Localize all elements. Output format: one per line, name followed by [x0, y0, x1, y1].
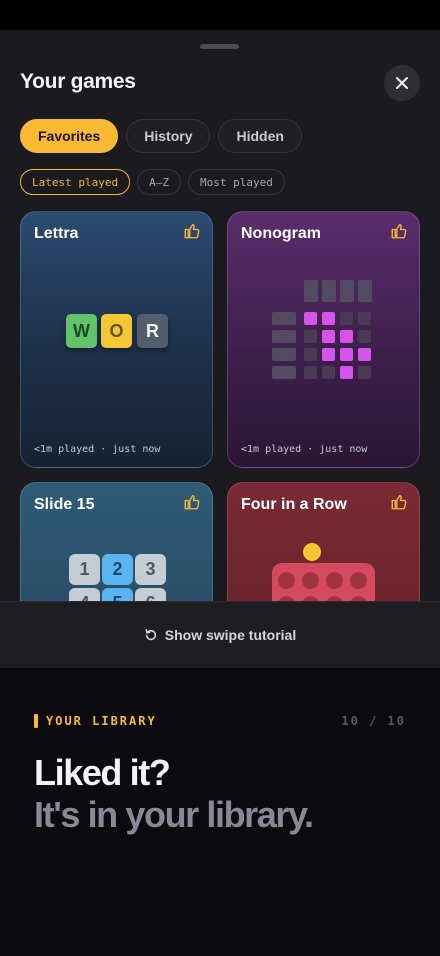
sort-most-played[interactable]: Most played — [187, 169, 285, 195]
onboarding-eyebrow: YOUR LIBRARY — [34, 714, 157, 728]
sort-latest-played[interactable]: Latest played — [20, 169, 131, 195]
thumbs-up-icon[interactable] — [183, 493, 201, 511]
games-sheet: Your games Favorites History Hidden Late… — [0, 30, 440, 668]
game-card-lettra[interactable]: Lettra W O R <1m played · just now — [20, 211, 213, 468]
tab-favorites[interactable]: Favorites — [20, 119, 119, 153]
tab-history[interactable]: History — [126, 119, 211, 153]
game-disc — [303, 543, 321, 561]
number-tile: 3 — [135, 554, 166, 585]
tutorial-label: Show swipe tutorial — [164, 627, 297, 643]
close-button[interactable] — [384, 65, 420, 101]
filter-tabs: Favorites History Hidden — [20, 119, 302, 153]
accent-bar — [34, 714, 38, 728]
replay-icon — [145, 629, 156, 641]
thumbs-up-icon[interactable] — [390, 222, 408, 240]
status-bar — [0, 0, 440, 30]
eyebrow-label: YOUR LIBRARY — [46, 714, 157, 728]
onboarding-headline: Liked it? — [34, 752, 171, 793]
game-card-nonogram[interactable]: Nonogram <1m played · just now — [227, 211, 420, 468]
number-tile: 2 — [102, 554, 133, 585]
letter-tile: R — [137, 314, 168, 348]
game-name: Lettra — [34, 225, 79, 242]
thumbs-up-icon[interactable] — [390, 493, 408, 511]
swipe-tutorial-button[interactable]: Show swipe tutorial — [0, 601, 440, 668]
game-name: Slide 15 — [34, 496, 95, 513]
game-name: Four in a Row — [241, 496, 347, 513]
letter-tile: O — [101, 314, 132, 348]
letter-tile: W — [66, 314, 97, 348]
sheet-grabber[interactable] — [200, 44, 239, 49]
thumbs-up-icon[interactable] — [183, 222, 201, 240]
onboarding-subhead: It's in your library. — [34, 794, 314, 835]
game-name: Nonogram — [241, 225, 321, 242]
number-tile: 1 — [69, 554, 100, 585]
tab-hidden[interactable]: Hidden — [218, 119, 302, 153]
game-meta: <1m played · just now — [241, 444, 368, 455]
game-meta: <1m played · just now — [34, 444, 161, 455]
step-counter: 10 / 10 — [341, 714, 406, 728]
sort-options: Latest played A–Z Most played — [20, 169, 285, 195]
sheet-title: Your games — [20, 70, 136, 93]
onboarding-panel: YOUR LIBRARY 10 / 10 Liked it? It's in y… — [0, 668, 440, 956]
sort-a-z[interactable]: A–Z — [137, 169, 181, 195]
close-icon — [396, 77, 408, 89]
